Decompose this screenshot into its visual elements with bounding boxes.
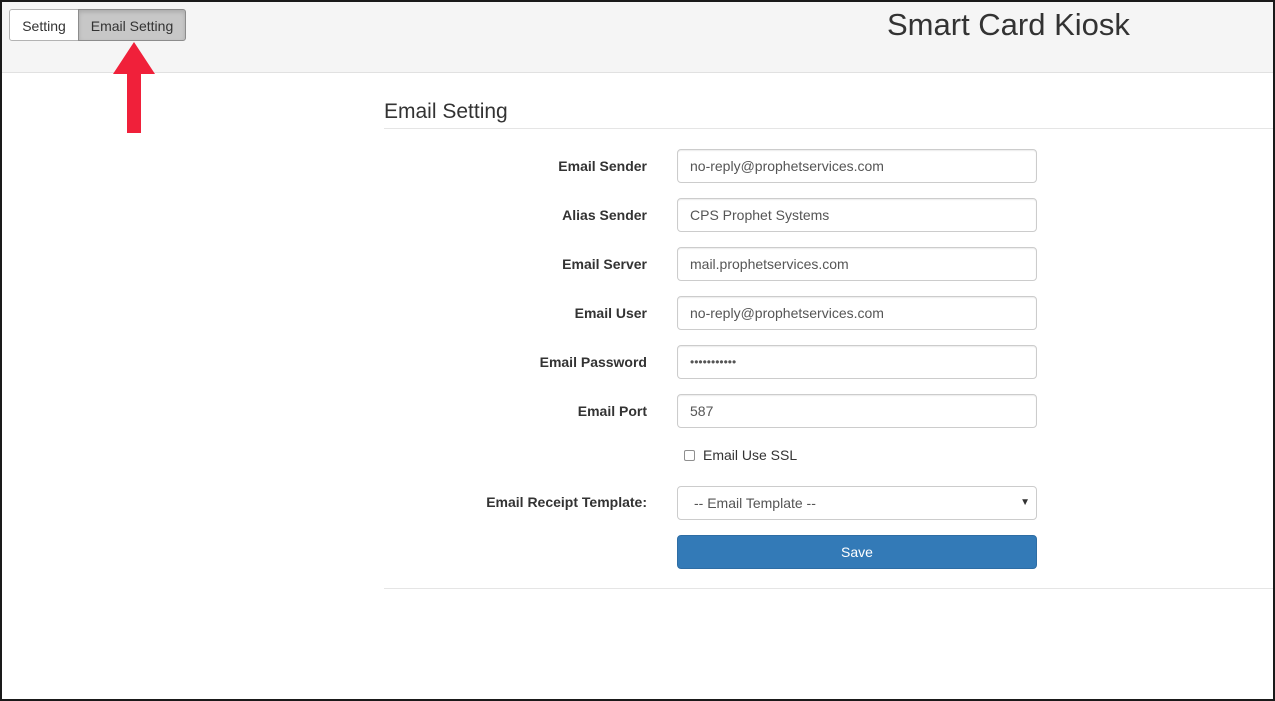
email-template-selected: -- Email Template -- <box>694 495 816 511</box>
app-window: Setting Email Setting Smart Card Kiosk E… <box>0 0 1275 701</box>
section-title: Email Setting <box>384 100 508 123</box>
app-title: Smart Card Kiosk <box>887 7 1130 42</box>
ssl-checkbox-label: Email Use SSL <box>703 447 798 463</box>
email-server-label: Email Server <box>562 256 647 272</box>
divider <box>384 128 1273 129</box>
email-password-label: Email Password <box>539 354 647 370</box>
email-server-input[interactable] <box>677 247 1037 281</box>
ssl-checkbox[interactable] <box>684 449 695 461</box>
email-template-select[interactable]: -- Email Template -- ▼ <box>677 486 1037 520</box>
email-port-label: Email Port <box>577 403 647 419</box>
caret-down-icon: ▼ <box>1020 497 1030 508</box>
email-template-label: Email Receipt Template: <box>486 494 647 510</box>
email-sender-input[interactable] <box>677 149 1037 183</box>
email-sender-label: Email Sender <box>558 158 647 174</box>
top-bar: Setting Email Setting Smart Card Kiosk <box>2 2 1273 73</box>
save-button[interactable]: Save <box>677 535 1037 569</box>
alias-sender-label: Alias Sender <box>562 207 647 223</box>
annotation-arrow-icon <box>113 42 155 133</box>
divider <box>384 588 1273 589</box>
tab-email-setting[interactable]: Email Setting <box>78 9 186 41</box>
email-user-label: Email User <box>574 305 647 321</box>
email-user-input[interactable] <box>677 296 1037 330</box>
alias-sender-input[interactable] <box>677 198 1037 232</box>
email-password-input[interactable]: ••••••••••• <box>677 345 1037 379</box>
ssl-checkbox-row[interactable]: Email Use SSL <box>684 445 797 465</box>
email-port-input[interactable] <box>677 394 1037 428</box>
tab-setting[interactable]: Setting <box>9 9 79 41</box>
